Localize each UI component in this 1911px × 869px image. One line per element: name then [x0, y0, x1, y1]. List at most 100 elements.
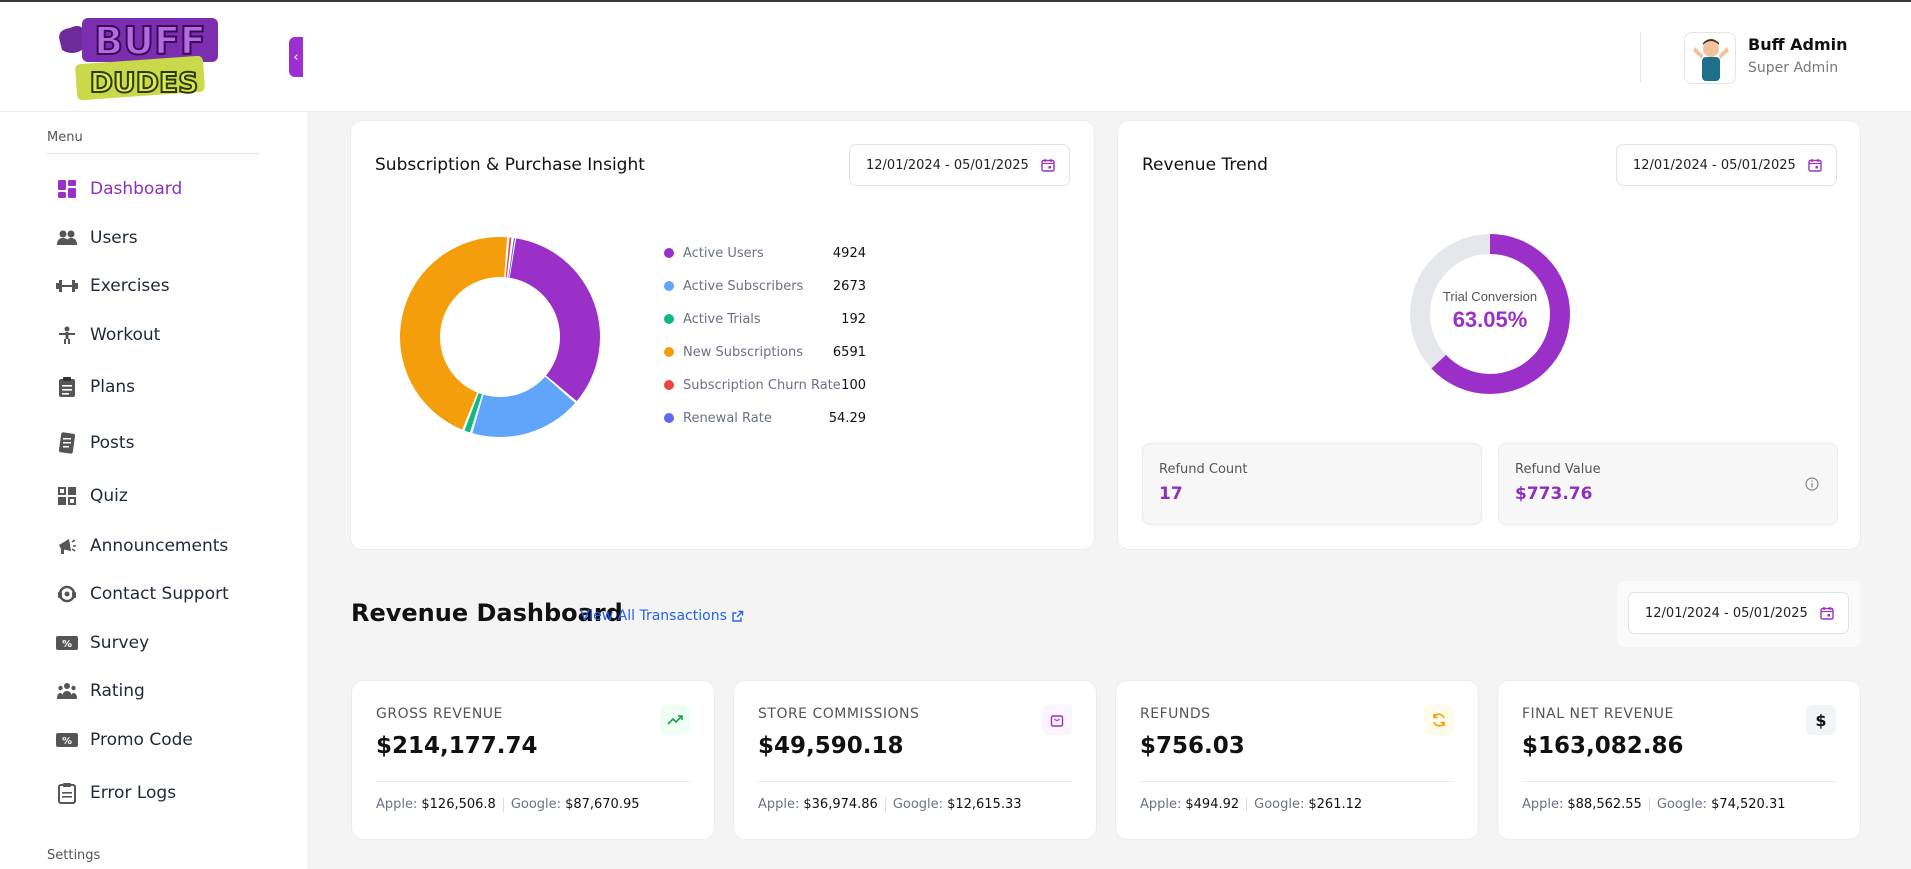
date-range-text: 12/01/2024 - 05/01/2025 — [1645, 605, 1808, 621]
dumbbell-icon — [56, 275, 78, 297]
insight-title: Subscription & Purchase Insight — [375, 155, 645, 175]
menu-divider — [47, 153, 259, 154]
sidebar-item-label: Announcements — [90, 536, 229, 556]
settings-heading: Settings — [47, 848, 101, 863]
avatar[interactable] — [1684, 32, 1736, 84]
sidebar-item-label: Plans — [90, 377, 136, 397]
buff-dudes-logo[interactable]: BUFF DUDES — [52, 12, 224, 104]
stat-value: $49,590.18 — [758, 733, 904, 759]
apple-label: Apple: — [376, 797, 418, 812]
apple-value: $88,562.55 — [1567, 797, 1642, 812]
stat-breakdown: Apple: $36,974.86 Google: $12,615.33 — [758, 797, 1022, 812]
sidebar-item-label: Error Logs — [90, 783, 177, 803]
sidebar: BUFF DUDES Menu Dashboard Users Exercise… — [0, 2, 307, 869]
menu-heading: Menu — [47, 130, 83, 145]
calendar-icon — [1820, 607, 1834, 620]
legend-label: New Subscriptions — [683, 344, 804, 360]
stat-breakdown: Apple: $88,562.55 Google: $74,520.31 — [1522, 797, 1786, 812]
refunds-card: REFUNDS $756.03 Apple: $494.92 Google: $26… — [1115, 680, 1479, 840]
sidebar-item-posts[interactable]: Posts — [56, 428, 134, 458]
legend-value: 4924 — [832, 245, 866, 261]
insight-date-picker[interactable]: 12/01/2024 - 05/01/2025 — [849, 144, 1070, 186]
sidebar-item-label: Rating — [90, 681, 145, 701]
dashboard-date-picker[interactable]: 12/01/2024 - 05/01/2025 — [1628, 592, 1849, 634]
google-label: Google: — [1254, 797, 1305, 812]
sidebar-item-error-logs[interactable]: Error Logs — [56, 778, 176, 808]
google-value: $87,670.95 — [565, 797, 640, 812]
legend-item: Active Trials 192 — [664, 310, 866, 328]
rating-icon — [56, 680, 78, 702]
legend-item: Active Users 4924 — [664, 244, 866, 262]
sidebar-item-quiz[interactable]: Quiz — [56, 481, 128, 511]
google-value: $12,615.33 — [947, 797, 1022, 812]
legend-label: Subscription Churn Rate — [683, 377, 841, 393]
apple-value: $494.92 — [1185, 797, 1240, 812]
user-name: Buff Admin — [1748, 35, 1848, 54]
sidebar-item-rating[interactable]: Rating — [56, 676, 145, 706]
apple-value: $36,974.86 — [803, 797, 878, 812]
svg-text:%: % — [62, 736, 72, 747]
stat-value: $163,082.86 — [1522, 733, 1684, 759]
sidebar-item-survey[interactable]: % Survey — [56, 628, 149, 658]
stat-divider — [758, 781, 1072, 782]
stat-label: GROSS REVENUE — [376, 706, 503, 722]
legend-item: Active Subscribers 2673 — [664, 277, 866, 295]
view-all-label: View All Transactions — [580, 608, 727, 624]
sidebar-item-label: Dashboard — [90, 179, 183, 199]
google-value: $74,520.31 — [1711, 797, 1786, 812]
trend-up-icon — [660, 705, 690, 735]
google-label: Google: — [1656, 797, 1708, 812]
stat-divider — [1522, 781, 1836, 782]
sidebar-item-announcements[interactable]: Announcements — [56, 531, 228, 561]
calendar-icon — [1041, 159, 1055, 172]
final-net-revenue-card: FINAL NET REVENUE $163,082.86 $ Apple: $8… — [1497, 680, 1861, 840]
error-log-icon — [56, 782, 78, 804]
sidebar-item-dashboard[interactable]: Dashboard — [56, 174, 182, 204]
store-commissions-card: STORE COMMISSIONS $49,590.18 Apple: $36,9… — [733, 680, 1097, 840]
dashboard-icon — [56, 178, 78, 200]
stat-label: FINAL NET REVENUE — [1522, 706, 1674, 722]
trial-conversion-gauge: Trial Conversion 63.05% — [1410, 234, 1570, 394]
sidebar-item-label: Exercises — [90, 276, 170, 296]
legend-item: New Subscriptions 6591 — [664, 343, 866, 361]
logo-text-top: BUFF — [94, 19, 206, 63]
view-all-transactions-link[interactable]: View All Transactions — [580, 608, 744, 624]
sidebar-item-promo-code[interactable]: % Promo Code — [56, 725, 193, 755]
info-icon[interactable] — [1805, 477, 1819, 491]
gross-revenue-card: GROSS REVENUE $214,177.74 Apple: $126,506… — [351, 680, 715, 840]
users-icon — [56, 227, 78, 249]
legend-value: 100 — [841, 377, 866, 393]
sidebar-item-label: Users — [90, 228, 138, 248]
apple-label: Apple: — [1522, 797, 1564, 812]
legend-label: Active Trials — [683, 311, 761, 327]
refund-value-amount: $773.76 — [1515, 484, 1593, 504]
legend-color-dot — [664, 347, 674, 357]
legend-value: 2673 — [832, 278, 866, 294]
refund-count-value: 17 — [1159, 484, 1183, 504]
sidebar-collapse-button[interactable]: ‹ — [289, 37, 303, 77]
sidebar-item-workout[interactable]: Workout — [56, 320, 160, 350]
user-role: Super Admin — [1748, 60, 1839, 76]
revenue-trend-date-picker[interactable]: 12/01/2024 - 05/01/2025 — [1616, 144, 1837, 186]
sidebar-item-plans[interactable]: Plans — [56, 372, 135, 402]
gauge-label: Trial Conversion — [1443, 289, 1537, 304]
apple-value: $126,506.8 — [421, 797, 496, 812]
refund-value-label: Refund Value — [1515, 462, 1601, 477]
legend-color-dot — [664, 281, 674, 291]
stat-value: $214,177.74 — [376, 733, 538, 759]
support-icon — [56, 583, 78, 605]
sidebar-item-label: Contact Support — [90, 584, 229, 604]
stat-label: REFUNDS — [1140, 706, 1211, 722]
sidebar-item-exercises[interactable]: Exercises — [56, 271, 170, 301]
sidebar-item-label: Posts — [90, 433, 135, 453]
posts-icon — [56, 432, 78, 454]
apple-label: Apple: — [1140, 797, 1182, 812]
donut-slice-active-users[interactable] — [509, 238, 600, 402]
revenue-trend-title: Revenue Trend — [1142, 155, 1268, 175]
sidebar-item-contact-support[interactable]: Contact Support — [56, 579, 229, 609]
google-label: Google: — [892, 797, 944, 812]
stat-value: $756.03 — [1140, 733, 1245, 759]
google-label: Google: — [510, 797, 562, 812]
logo-text-bottom: DUDES — [90, 66, 199, 99]
sidebar-item-users[interactable]: Users — [56, 223, 138, 253]
